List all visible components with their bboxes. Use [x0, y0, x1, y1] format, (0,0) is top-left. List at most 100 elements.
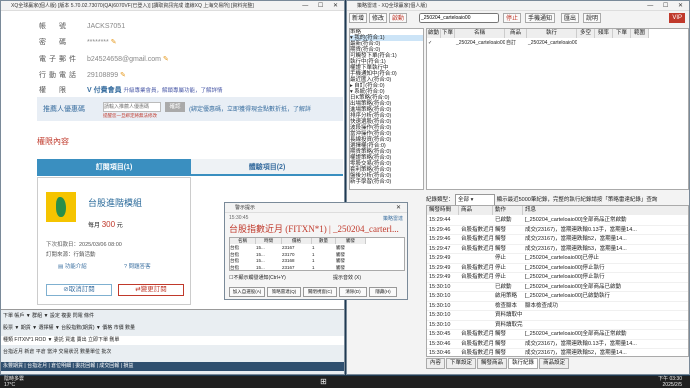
- toolbar-row-5[interactable]: 永豐期貨 | 台指近月 | 倉位明細 | 委託回報 | 成交回報 | 損益: [1, 362, 344, 371]
- log-column-header[interactable]: 觸發時間: [427, 206, 459, 215]
- upgrade-link[interactable]: 升級專業會員，解鎖專屬功能，了解詳情: [124, 88, 223, 94]
- popup-button[interactable]: 清除(D): [339, 287, 367, 297]
- log-column-header[interactable]: 商品: [459, 206, 493, 215]
- popup-checkbox-row[interactable]: ☐不顯示觸發通知(Ctrl+Y): [229, 274, 286, 281]
- export-button[interactable]: 匯出: [561, 13, 580, 23]
- grid-cell[interactable]: ✓: [427, 39, 441, 47]
- add-button[interactable]: 新增: [349, 13, 368, 23]
- change-subscription-button[interactable]: ⇄變更訂閱: [118, 284, 184, 296]
- strategy-search-input[interactable]: [419, 13, 499, 23]
- clock-date: 2025/2/5: [662, 382, 682, 388]
- log-row: 15:29:46 台股指數近月 觸發 成交(23167)，當期連跌輸0.13手，當期量…: [427, 226, 688, 235]
- grid-cell[interactable]: [441, 39, 455, 47]
- popup-button[interactable]: 關閉視窗(C): [303, 287, 337, 297]
- edit-password-icon[interactable]: ✎: [111, 39, 117, 46]
- popup-cell: 15...: [256, 258, 265, 263]
- popup-button[interactable]: 策略雷達(Q): [267, 287, 301, 297]
- window-controls[interactable]: — ☐ ✕: [302, 1, 342, 10]
- next-charge-date: 下次扣款日：2025/03/06 08:00: [46, 242, 122, 248]
- grid-column-header[interactable]: 多空: [577, 29, 595, 38]
- windows-start-icon[interactable]: ⊞: [320, 377, 327, 386]
- grid-column-header[interactable]: 頻率: [595, 29, 613, 38]
- start-button[interactable]: 啟動: [389, 13, 408, 23]
- log-cell: 15:29:49: [429, 264, 451, 271]
- edit-phone-icon[interactable]: ✎: [120, 72, 126, 79]
- tab-subscribed[interactable]: 訂閱項目(1): [37, 159, 191, 176]
- log-cell: 台股指數近月: [461, 264, 493, 271]
- email-row: 電子郵件 b24524658@gmail.com ✎: [39, 54, 169, 64]
- grid-cell: [631, 39, 649, 47]
- taiwan-map-icon: [56, 197, 66, 217]
- log-cell: 觸發: [495, 236, 507, 242]
- toolbar-row-4[interactable]: 台指近月 新倉 平倉 當沖 交易狀況 數量單位 批次: [1, 348, 344, 357]
- popup-cell: 15...: [256, 245, 265, 250]
- grid-column-header[interactable]: 名稱: [455, 29, 505, 38]
- mobile-notify-button[interactable]: 手機通知: [525, 13, 556, 23]
- log-cell: 台股指數近月: [461, 340, 493, 347]
- grid-cell: _250204_carteloaio00: [456, 40, 505, 46]
- log-cell: 台股指數近月: [461, 350, 493, 356]
- product-name: 台股進階模組: [88, 198, 143, 208]
- tree-item[interactable]: 新手學習(符合:0): [350, 179, 423, 185]
- faq-link[interactable]: ? 問題答客: [124, 262, 151, 270]
- strategy-radar-window: 策略雷達 - XQ全球贏家(個人版) — ☐ ✕ 新增 修改 啟動 停止 手機通…: [346, 0, 690, 375]
- help-button[interactable]: 說明: [583, 13, 602, 23]
- grid-column-header[interactable]: 執行: [527, 29, 577, 38]
- log-cell: 15:30:46: [429, 340, 451, 347]
- edit-email-icon[interactable]: ✎: [163, 56, 169, 63]
- popup-column-header: 名稱: [230, 238, 256, 244]
- tab-trial[interactable]: 體驗項目(2): [191, 159, 343, 176]
- log-row: 15:30:46 台股指數近月 觸發 成交(23167)，當期連跌輸52，當期量14.…: [427, 349, 688, 356]
- account-window: XQ全球贏家(個人版) [版本 5.70.02.73070(QA)6070VF(…: [0, 0, 345, 375]
- edit-button[interactable]: 修改: [369, 13, 388, 23]
- taskbar: 陰時多雲 17°C ⊞ 下午 03:30 2025/2/5: [0, 376, 690, 388]
- tab-content[interactable]: 內容: [426, 358, 446, 369]
- log-cell: [_250204_carteloaio00]停止執行: [525, 264, 605, 271]
- grid-column-header[interactable]: 下單: [441, 29, 455, 38]
- log-cell: 15:30:46: [429, 350, 451, 356]
- change-subscription-label: 變更訂閱: [140, 286, 167, 293]
- popup-cell: 台指: [230, 264, 239, 270]
- tab-execution-log[interactable]: 執行紀錄: [508, 358, 539, 369]
- stop-button[interactable]: 停止: [503, 13, 522, 23]
- tab-order-settings[interactable]: 下單設定: [446, 358, 477, 369]
- log-cell: 15:29:49: [429, 274, 451, 280]
- tab-product-settings[interactable]: 商品設定: [539, 358, 570, 369]
- email-value: b24524658@gmail.com: [86, 56, 161, 63]
- popup-button[interactable]: 加入自選股(A): [229, 287, 265, 297]
- grid-column-header[interactable]: 商品: [505, 29, 527, 38]
- promo-confirm-button[interactable]: 確認: [165, 102, 185, 112]
- grid-column-header[interactable]: 下單: [613, 29, 631, 38]
- account-label: 帳 號: [39, 23, 69, 30]
- password-value: ********: [86, 39, 109, 46]
- cancel-subscription-button[interactable]: ⊘取消訂閱: [46, 284, 112, 296]
- popup-close-icon[interactable]: ✕: [396, 203, 405, 212]
- popup-cell: 觸發: [336, 264, 345, 270]
- toolbar-row-2[interactable]: 股票 ▼ 期貨 ▼ 選擇權 ▼ 台股指數(期貨) ▼ 價格 市價 數量: [1, 324, 344, 333]
- log-column-header[interactable]: 訊息: [523, 206, 688, 215]
- tab-triggered-products[interactable]: 觸發商品: [477, 358, 508, 369]
- popup-buttons: 加入自選股(A) 策略雷達(Q) 關閉視窗(C) 清除(D) 隱藏(H): [229, 287, 407, 297]
- popup-option[interactable]: 提示音效 (X): [333, 274, 361, 281]
- popup-cell: 觸發: [336, 251, 345, 257]
- grid-cell: [577, 39, 595, 47]
- grid-column-header[interactable]: 啟動: [427, 29, 441, 38]
- log-cell: 台股指數近月: [461, 226, 493, 233]
- right-title-bar: 策略雷達 - XQ全球贏家(個人版) — ☐ ✕: [347, 1, 689, 11]
- toolbar-row-1[interactable]: 下單 帳戶 ▼ 群組 ▼ 設定 複委 閃電 條件: [1, 312, 344, 321]
- faq-label: 問題答客: [128, 264, 151, 270]
- log-cell: [_250204_carteloaio00]全部商品正常啟動: [525, 331, 627, 337]
- log-cell: [_250204_carteloaio00]已停止: [525, 255, 599, 261]
- popup-button[interactable]: 隱藏(H): [369, 287, 397, 297]
- grid-column-header[interactable]: 範圍: [631, 29, 649, 38]
- feature-intro-link[interactable]: ▤ 功能介紹: [58, 262, 87, 270]
- log-column-header[interactable]: 動作: [493, 206, 523, 215]
- strategy-tree: 策略 ▾ 我的(符合:1) 最新(符合:0) 期貨(符合:0) 可觸發下單(符合…: [349, 28, 424, 190]
- popup-cell: 23170: [282, 251, 295, 257]
- book-icon: ▤: [58, 264, 64, 270]
- toolbar-row-3[interactable]: 種類 FITXN*1 ROD ▼ 委託 買進 賣出 立即下單 刪單: [1, 336, 344, 345]
- popup-strategy-link[interactable]: 策略雷達: [383, 215, 403, 222]
- right-window-controls[interactable]: — ☐ ✕: [647, 1, 687, 10]
- log-cell: 15:30:45: [429, 331, 451, 337]
- promo-code-input[interactable]: [103, 102, 161, 112]
